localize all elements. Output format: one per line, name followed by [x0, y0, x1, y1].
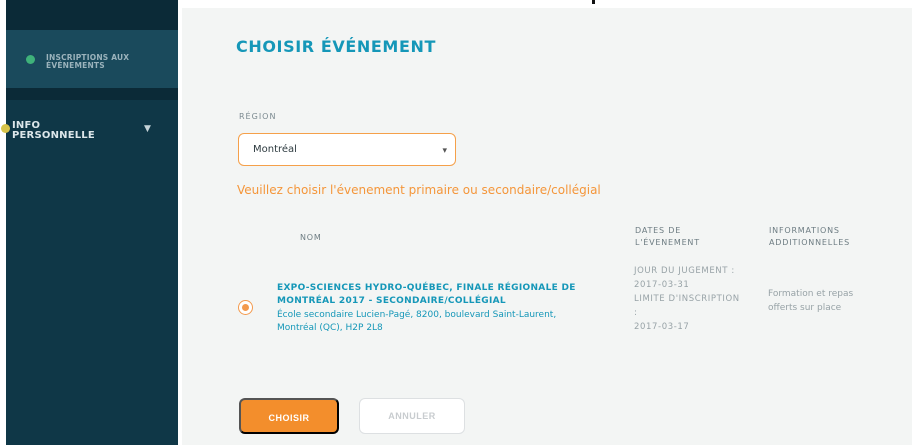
deadline-label: LIMITE D'INSCRIPTION :: [634, 294, 740, 318]
region-selected-value: Montréal: [253, 144, 297, 155]
chevron-down-icon: ▾: [442, 146, 447, 156]
sidebar-header: [6, 0, 178, 30]
status-dot-icon: [26, 55, 35, 64]
sidebar: INSCRIPTIONS AUX ÉVÉNEMENTS INFO PERSONN…: [1, 0, 178, 445]
main-content: CHOISIR ÉVÉNEMENT RÉGION Montréal ▾ Veui…: [182, 0, 912, 445]
event-additional-info: Formation et repas offerts sur place: [768, 289, 854, 313]
radio-selected-dot: [241, 303, 249, 311]
judging-date: 2017-03-31: [634, 280, 690, 290]
instruction-text: Veuillez choisir l'évenement primaire ou…: [237, 183, 601, 197]
sidebar-item-event-registrations[interactable]: INSCRIPTIONS AUX ÉVÉNEMENTS: [6, 30, 178, 88]
cancel-button[interactable]: ANNULER: [359, 398, 465, 434]
column-header-info: INFORMATIONS ADDITIONNELLES: [769, 226, 850, 247]
status-dot-icon: [1, 124, 10, 133]
region-label: RÉGION: [239, 112, 277, 121]
sidebar-item-label: INSCRIPTIONS AUX ÉVÉNEMENTS: [46, 53, 130, 70]
column-header-name: NOM: [300, 233, 322, 242]
event-title: EXPO-SCIENCES HYDRO-QUÉBEC, FINALE RÉGIO…: [277, 283, 576, 306]
region-select[interactable]: Montréal ▾: [238, 133, 456, 166]
column-header-dates: DATES DE L'ÉVENEMENT: [635, 226, 700, 247]
event-radio-button[interactable]: [238, 300, 253, 315]
event-address: École secondaire Lucien-Pagé, 8200, boul…: [277, 310, 557, 333]
event-dates: JOUR DU JUGEMENT : 2017-03-31 LIMITE D'I…: [634, 264, 744, 334]
sidebar-divider: [6, 88, 178, 100]
top-bar: [182, 0, 912, 8]
sidebar-item-personal-info[interactable]: INFO PERSONNELLE ▼: [1, 100, 178, 162]
cursor-mark: [592, 0, 595, 4]
page-title: CHOISIR ÉVÉNEMENT: [236, 37, 436, 56]
sidebar-item-label: INFO PERSONNELLE: [12, 120, 95, 141]
choose-button[interactable]: CHOISIR: [239, 398, 339, 434]
chevron-down-icon[interactable]: ▼: [144, 124, 151, 134]
deadline-date: 2017-03-17: [634, 322, 690, 332]
judging-label: JOUR DU JUGEMENT :: [634, 266, 735, 276]
